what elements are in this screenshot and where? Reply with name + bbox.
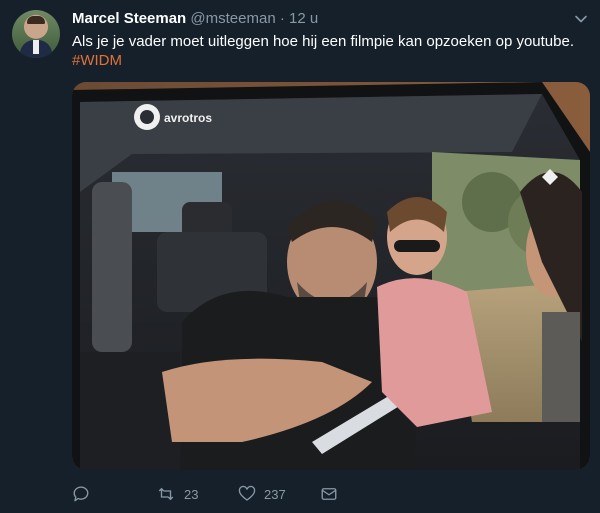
tweet-actions: 23 237 [72,484,372,504]
hashtag-link[interactable]: #WIDM [72,51,122,71]
reply-button[interactable] [72,484,90,504]
author-display-name[interactable]: Marcel Steeman [72,10,186,27]
avatar-shirt [33,40,39,54]
like-button[interactable]: 237 [238,484,286,504]
tweet[interactable]: Marcel Steeman @msteeman · 12 u Als je j… [0,0,600,513]
envelope-icon [321,488,337,500]
tweet-header: Marcel Steeman @msteeman · 12 u [72,10,318,28]
channel-logo-text: avrotros [164,111,212,125]
heart-icon [238,485,256,501]
tv-screen-photo: avrotros [72,82,590,470]
author-handle[interactable]: @msteeman [190,10,275,27]
like-count: 237 [264,486,286,502]
avatar-hair [27,16,45,24]
retweet-count: 23 [184,486,199,502]
direct-message-button[interactable] [320,484,338,504]
tweet-time[interactable]: 12 u [289,10,318,27]
avatar[interactable] [12,10,60,58]
tweet-text: Als je je vader moet uitleggen hoe hij e… [72,33,574,50]
time-separator: · [279,10,285,27]
retweet-button[interactable]: 23 [156,484,198,504]
tweet-media[interactable]: avrotros [72,82,590,470]
chevron-down-icon[interactable] [574,12,588,26]
reply-icon [73,486,89,502]
retweet-icon [158,487,174,501]
